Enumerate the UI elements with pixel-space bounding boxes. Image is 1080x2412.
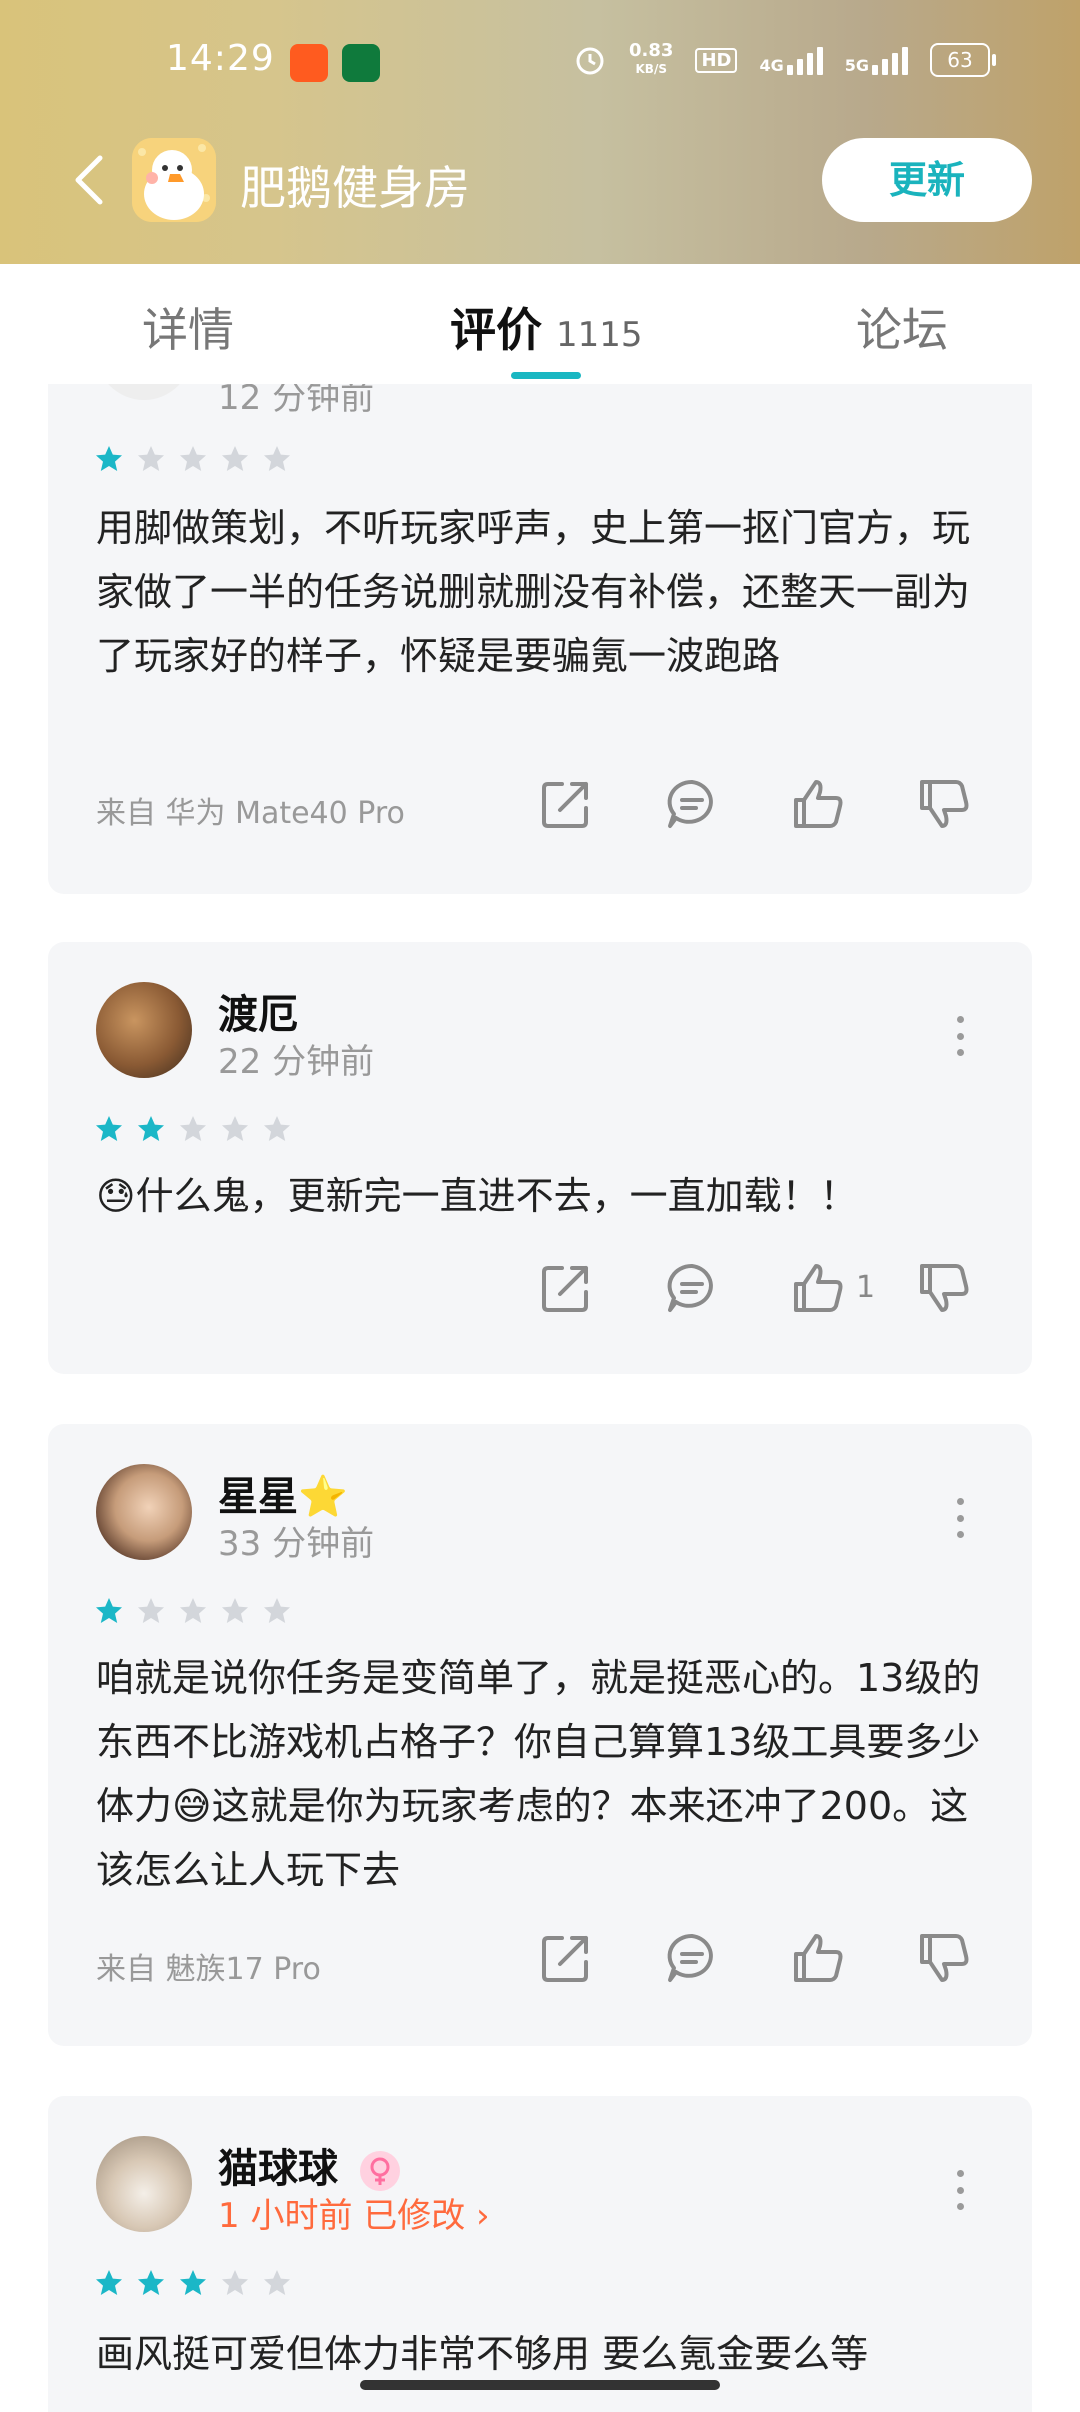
sim1-signal: 4G bbox=[759, 45, 823, 75]
star-empty-icon bbox=[138, 1598, 164, 1623]
status-icons: 0.83 KB/S HD 4G 5G 63 bbox=[573, 42, 996, 78]
reviewer-name[interactable]: 星星⭐ bbox=[218, 1464, 348, 1522]
more-options-icon[interactable] bbox=[950, 2170, 970, 2210]
review-card: 渡厄 22 分钟前 😓什么鬼，更新完一直进不去，一直加载！！ 1 bbox=[48, 942, 1032, 1374]
star-empty-icon bbox=[138, 446, 164, 471]
avatar[interactable] bbox=[96, 1464, 192, 1560]
star-empty-icon bbox=[222, 1598, 248, 1623]
review-text: 咱就是说你任务是变简单了，就是挺恶心的。13级的东西不比游戏机占格子？你自己算算… bbox=[96, 1656, 981, 1892]
share-icon[interactable] bbox=[538, 1930, 594, 1986]
star-filled-icon bbox=[96, 446, 122, 471]
review-actions: 1 bbox=[538, 1260, 972, 1316]
star-filled-icon bbox=[96, 1116, 122, 1141]
sim2-label: 5G bbox=[844, 56, 869, 75]
star-filled-icon bbox=[96, 1598, 122, 1623]
kuaishou-notification-icon bbox=[290, 44, 328, 82]
review-actions bbox=[538, 1930, 972, 1986]
star-empty-icon bbox=[222, 446, 248, 471]
goose-icon bbox=[132, 138, 216, 222]
status-bar: 14:29 0.83 KB/S HD 4G 5G 63 bbox=[0, 30, 1080, 94]
share-icon[interactable] bbox=[538, 776, 594, 832]
net-speed: 0.83 KB/S bbox=[629, 42, 673, 78]
sim2-signal: 5G bbox=[845, 45, 908, 75]
app-header: 14:29 0.83 KB/S HD 4G 5G 63 肥鹅健身房 更新 bbox=[0, 0, 1080, 264]
star-empty-icon bbox=[264, 1116, 290, 1141]
tab-reviews-count: 1115 bbox=[556, 315, 643, 355]
review-actions bbox=[538, 776, 972, 832]
female-badge-icon bbox=[359, 2151, 400, 2191]
review-time: 22 分钟前 bbox=[218, 1042, 375, 1082]
app-title: 肥鹅健身房 bbox=[240, 161, 470, 215]
net-speed-value: 0.83 bbox=[629, 40, 674, 61]
star-empty-icon bbox=[264, 1598, 290, 1623]
review-text: 画风挺可爱但体力非常不够用 要么氪金要么等 bbox=[96, 2332, 869, 2376]
share-icon[interactable] bbox=[538, 1260, 594, 1316]
status-time: 14:29 bbox=[166, 38, 275, 79]
thumbs-up-icon[interactable] bbox=[790, 776, 846, 832]
star-filled-icon bbox=[138, 1116, 164, 1141]
comment-icon[interactable] bbox=[664, 1260, 720, 1316]
back-arrow-icon[interactable] bbox=[62, 150, 122, 210]
star-empty-icon bbox=[264, 446, 290, 471]
star-filled-icon bbox=[96, 2270, 122, 2295]
avatar[interactable] bbox=[96, 2136, 192, 2232]
star-filled-icon bbox=[180, 2270, 206, 2295]
avatar[interactable] bbox=[96, 982, 192, 1078]
sim1-label: 4G bbox=[759, 56, 784, 75]
thumbs-down-icon[interactable] bbox=[916, 1260, 972, 1316]
thumbs-up-icon[interactable] bbox=[790, 1930, 846, 1986]
reviews-list[interactable]: 12 分钟前 用脚做策划，不听玩家呼声，史上第一抠门官方，玩家做了一半的任务说删… bbox=[0, 384, 1080, 2412]
star-empty-icon bbox=[222, 2270, 248, 2295]
device-info: 来自 华为 Mate40 Pro bbox=[96, 796, 405, 831]
star-rating bbox=[94, 444, 292, 474]
star-empty-icon bbox=[180, 1116, 206, 1141]
signal-bars-icon bbox=[872, 45, 908, 75]
review-text: 😓什么鬼，更新完一直进不去，一直加载！！ bbox=[96, 1174, 858, 1218]
reviewer-name-text: 猫球球 bbox=[218, 2146, 338, 2192]
tab-details[interactable]: 详情 bbox=[142, 294, 234, 360]
star-rating bbox=[94, 2268, 292, 2298]
reviewer-name[interactable]: 猫球球 bbox=[218, 2136, 402, 2194]
more-options-icon[interactable] bbox=[950, 1498, 970, 1538]
signal-bars-icon bbox=[786, 45, 823, 75]
app-icon bbox=[132, 138, 216, 222]
title-bar: 肥鹅健身房 更新 bbox=[0, 130, 1080, 230]
star-filled-icon bbox=[138, 2270, 164, 2295]
star-empty-icon bbox=[180, 1598, 206, 1623]
thumbs-down-icon[interactable] bbox=[916, 776, 972, 832]
review-card: 星星⭐ 33 分钟前 咱就是说你任务是变简单了，就是挺恶心的。13级的东西不比游… bbox=[48, 1424, 1032, 2046]
review-card: 猫球球 1 小时前 已修改 › 画风挺可爱但体力非常不够用 要么氪金要么等 bbox=[48, 2096, 1032, 2412]
tab-indicator bbox=[511, 372, 581, 379]
review-time-edited[interactable]: 1 小时前 已修改 › bbox=[218, 2188, 490, 2237]
battery-icon: 63 bbox=[930, 43, 996, 77]
net-speed-unit: KB/S bbox=[635, 62, 667, 76]
alarm-icon bbox=[576, 47, 604, 75]
oppo-notification-icon bbox=[342, 44, 380, 82]
comment-icon[interactable] bbox=[664, 1930, 720, 1986]
avatar[interactable] bbox=[96, 384, 192, 400]
review-text: 用脚做策划，不听玩家呼声，史上第一抠门官方，玩家做了一半的任务说删就删没有补偿，… bbox=[96, 506, 971, 678]
home-indicator[interactable] bbox=[360, 2380, 720, 2390]
like-count: 1 bbox=[856, 1270, 876, 1305]
star-rating bbox=[94, 1114, 292, 1144]
star-rating bbox=[94, 1596, 292, 1626]
tab-bar: 详情 评价 1115 论坛 bbox=[0, 264, 1080, 384]
tab-forum[interactable]: 论坛 bbox=[856, 294, 948, 360]
more-options-icon[interactable] bbox=[950, 1016, 970, 1056]
thumbs-up-icon[interactable]: 1 bbox=[790, 1260, 875, 1316]
star-empty-icon bbox=[180, 446, 206, 471]
thumbs-down-icon[interactable] bbox=[916, 1930, 972, 1986]
update-button[interactable]: 更新 bbox=[822, 138, 1032, 222]
review-time: 33 分钟前 bbox=[218, 1524, 375, 1564]
review-card: 12 分钟前 用脚做策划，不听玩家呼声，史上第一抠门官方，玩家做了一半的任务说删… bbox=[48, 384, 1032, 894]
device-info: 来自 魅族17 Pro bbox=[96, 1952, 321, 1987]
star-empty-icon bbox=[264, 2270, 290, 2295]
tab-reviews-label: 评价 bbox=[450, 303, 542, 357]
star-empty-icon bbox=[222, 1116, 248, 1141]
reviewer-name[interactable]: 渡厄 bbox=[218, 982, 298, 1040]
tab-reviews[interactable]: 评价 1115 bbox=[450, 294, 643, 360]
review-time: 12 分钟前 bbox=[218, 384, 375, 418]
hd-badge: HD bbox=[695, 47, 738, 73]
comment-icon[interactable] bbox=[664, 776, 720, 832]
